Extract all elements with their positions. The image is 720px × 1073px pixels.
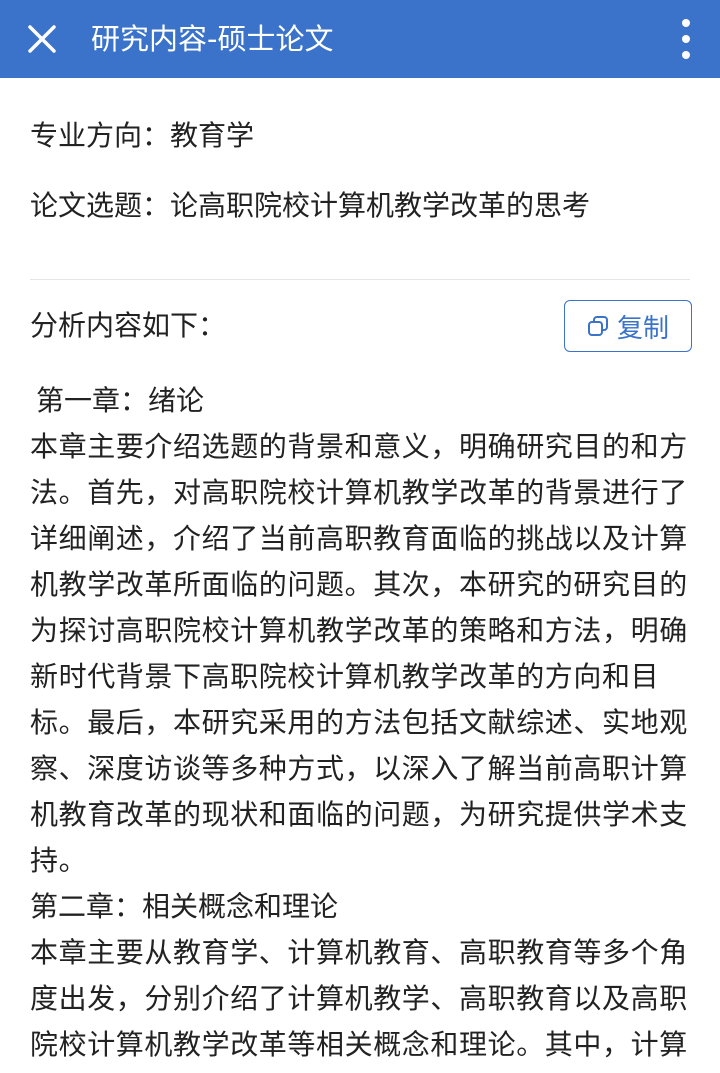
- more-vertical-icon: [682, 19, 690, 59]
- copy-button-label: 复制: [616, 313, 669, 344]
- top-app-bar: 研究内容-硕士论文: [0, 0, 720, 78]
- chapter-1-heading: 第一章：绪论: [36, 384, 205, 417]
- thesis-topic: 论文选题：论高职院校计算机教学改革的思考: [30, 189, 591, 222]
- copy-icon: [587, 316, 608, 336]
- thesis-meta: 专业方向：教育学 论文选题：论高职院校计算机教学改革的思考: [30, 118, 690, 258]
- page-title: 研究内容-硕士论文: [91, 22, 334, 56]
- close-button[interactable]: [22, 19, 62, 59]
- analysis-content: 第一章：绪论 本章主要介绍选题的背景和意义，明确研究目的和方法。首先，对高职院校…: [30, 378, 692, 1073]
- section-divider: [30, 279, 690, 280]
- copy-button[interactable]: 复制: [564, 300, 692, 352]
- analysis-label: 分析内容如下：: [30, 309, 227, 342]
- more-options-button[interactable]: [676, 17, 696, 61]
- chapter-2-heading: 第二章：相关概念和理论: [30, 890, 339, 923]
- chapter-1-text: 本章主要介绍选题的背景和意义，明确研究目的和方法。首先，对高职院校计算机教学改革…: [30, 430, 688, 877]
- chapter-2-paragraph: 本章主要从教育学、计算机教育、高职教育等多个角度出发，分别介绍了计算机教学、高职…: [30, 930, 692, 1073]
- major-direction: 专业方向：教育学: [30, 119, 255, 152]
- close-icon: [28, 25, 56, 53]
- app-screen: 研究内容-硕士论文 专业方向：教育学 论文选题：论高职院校计算机教学改革的思考 …: [0, 0, 720, 1073]
- chapter-2-text: 本章主要从教育学、计算机教育、高职教育等多个角度出发，分别介绍了计算机教学、高职…: [30, 936, 688, 1061]
